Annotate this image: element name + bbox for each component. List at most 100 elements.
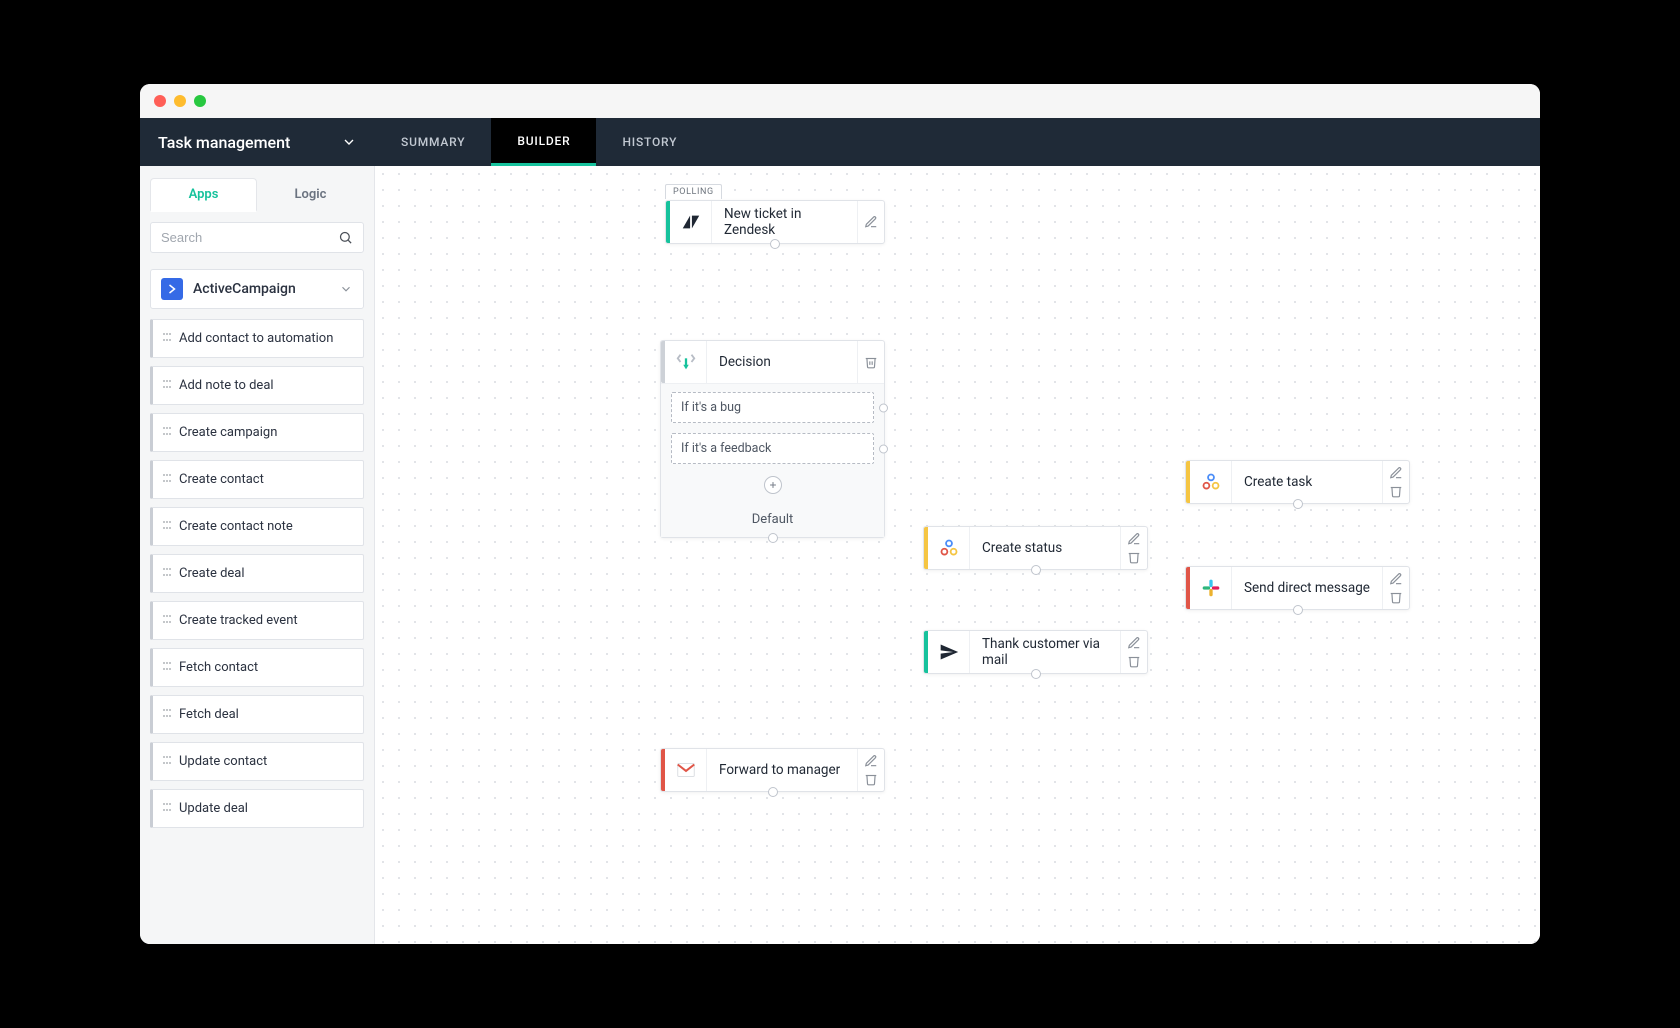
node-create-task[interactable]: Create task bbox=[1185, 460, 1410, 504]
node-title: Create status bbox=[970, 540, 1120, 556]
workflow-title-area[interactable]: Task management bbox=[140, 118, 375, 166]
branch-label: If it's a bug bbox=[681, 400, 741, 415]
app-header[interactable]: ActiveCampaign bbox=[150, 269, 364, 309]
action-item[interactable]: Create contact bbox=[150, 460, 364, 499]
output-port[interactable] bbox=[1031, 669, 1041, 679]
grip-icon bbox=[163, 380, 171, 392]
action-item[interactable]: Add note to deal bbox=[150, 366, 364, 405]
action-label: Update deal bbox=[179, 801, 248, 816]
asana-icon bbox=[1190, 461, 1232, 503]
action-list: Add contact to automation Add note to de… bbox=[150, 319, 364, 828]
send-icon bbox=[928, 631, 970, 673]
zendesk-icon bbox=[670, 201, 712, 243]
default-label: Default bbox=[752, 512, 794, 527]
tab-summary[interactable]: SUMMARY bbox=[375, 118, 491, 166]
tab-history[interactable]: HISTORY bbox=[596, 118, 703, 166]
action-label: Create campaign bbox=[179, 425, 277, 440]
titlebar bbox=[140, 84, 1540, 118]
output-port[interactable] bbox=[770, 239, 780, 249]
window-minimize-button[interactable] bbox=[174, 95, 186, 107]
edit-icon[interactable] bbox=[1127, 532, 1141, 546]
search-input[interactable] bbox=[161, 230, 338, 245]
branch[interactable]: If it's a bug bbox=[671, 392, 874, 423]
chevron-down-icon bbox=[341, 134, 357, 150]
trash-icon[interactable] bbox=[864, 772, 878, 786]
action-item[interactable]: Create tracked event bbox=[150, 601, 364, 640]
sidebar-tab-logic[interactable]: Logic bbox=[257, 178, 364, 212]
grip-icon bbox=[163, 333, 171, 345]
node-title: Create task bbox=[1232, 474, 1382, 490]
action-label: Create deal bbox=[179, 566, 245, 581]
action-label: Add note to deal bbox=[179, 378, 274, 393]
edit-icon[interactable] bbox=[1389, 572, 1403, 586]
edit-icon[interactable] bbox=[864, 754, 878, 768]
trash-icon[interactable] bbox=[1389, 590, 1403, 604]
search-icon bbox=[338, 230, 353, 245]
grip-icon bbox=[163, 756, 171, 768]
topbar: Task management SUMMARY BUILDER HISTORY bbox=[140, 118, 1540, 166]
action-item[interactable]: Update deal bbox=[150, 789, 364, 828]
output-port[interactable] bbox=[1031, 565, 1041, 575]
output-port[interactable] bbox=[768, 787, 778, 797]
sidebar: Apps Logic ActiveCampaign Add contact to… bbox=[140, 166, 375, 944]
default-branch: Default bbox=[661, 504, 884, 537]
app-window: Task management SUMMARY BUILDER HISTORY … bbox=[140, 84, 1540, 944]
app-name: ActiveCampaign bbox=[193, 281, 339, 297]
branch-port[interactable] bbox=[879, 403, 888, 412]
body: Apps Logic ActiveCampaign Add contact to… bbox=[140, 166, 1540, 944]
sidebar-tabs: Apps Logic bbox=[150, 178, 364, 212]
main-tabs: SUMMARY BUILDER HISTORY bbox=[375, 118, 703, 166]
tab-builder[interactable]: BUILDER bbox=[491, 118, 596, 166]
action-label: Create tracked event bbox=[179, 613, 298, 628]
node-trigger[interactable]: POLLING New ticket in Zendesk bbox=[665, 200, 885, 244]
node-thank-customer[interactable]: Thank customer via mail bbox=[923, 630, 1148, 674]
canvas[interactable]: POLLING New ticket in Zendesk bbox=[375, 166, 1540, 944]
node-title: Send direct message bbox=[1232, 580, 1382, 596]
node-title: Thank customer via mail bbox=[970, 636, 1120, 668]
trash-icon[interactable] bbox=[1389, 484, 1403, 498]
edit-icon[interactable] bbox=[1127, 636, 1141, 650]
output-port[interactable] bbox=[1293, 499, 1303, 509]
action-item[interactable]: Fetch contact bbox=[150, 648, 364, 687]
node-send-dm[interactable]: Send direct message bbox=[1185, 566, 1410, 610]
sidebar-tab-apps[interactable]: Apps bbox=[150, 178, 257, 212]
add-branch-button[interactable] bbox=[764, 476, 782, 494]
action-label: Fetch deal bbox=[179, 707, 239, 722]
workflow-title: Task management bbox=[158, 133, 290, 152]
search-box[interactable] bbox=[150, 222, 364, 253]
action-label: Create contact note bbox=[179, 519, 293, 534]
output-port[interactable] bbox=[1293, 605, 1303, 615]
action-label: Create contact bbox=[179, 472, 264, 487]
action-item[interactable]: Add contact to automation bbox=[150, 319, 364, 358]
node-create-status[interactable]: Create status bbox=[923, 526, 1148, 570]
trash-icon[interactable] bbox=[1127, 654, 1141, 668]
action-item[interactable]: Create deal bbox=[150, 554, 364, 593]
grip-icon bbox=[163, 474, 171, 486]
polling-badge: POLLING bbox=[665, 184, 722, 199]
slack-icon bbox=[1190, 567, 1232, 609]
edit-icon[interactable] bbox=[1389, 466, 1403, 480]
action-item[interactable]: Create contact note bbox=[150, 507, 364, 546]
action-item[interactable]: Fetch deal bbox=[150, 695, 364, 734]
grip-icon bbox=[163, 615, 171, 627]
output-port[interactable] bbox=[768, 533, 778, 543]
trash-icon[interactable] bbox=[1127, 550, 1141, 564]
action-label: Update contact bbox=[179, 754, 267, 769]
node-forward[interactable]: Forward to manager bbox=[660, 748, 885, 792]
grip-icon bbox=[163, 568, 171, 580]
activecampaign-icon bbox=[161, 278, 183, 300]
edit-icon[interactable] bbox=[864, 215, 878, 229]
action-label: Fetch contact bbox=[179, 660, 258, 675]
action-item[interactable]: Update contact bbox=[150, 742, 364, 781]
window-close-button[interactable] bbox=[154, 95, 166, 107]
branch-port[interactable] bbox=[879, 444, 888, 453]
connector-lines bbox=[375, 166, 675, 316]
node-decision[interactable]: Decision If it's a bug If it's a feedbac… bbox=[660, 340, 885, 538]
grip-icon bbox=[163, 427, 171, 439]
window-fullscreen-button[interactable] bbox=[194, 95, 206, 107]
action-item[interactable]: Create campaign bbox=[150, 413, 364, 452]
grip-icon bbox=[163, 662, 171, 674]
trash-icon[interactable] bbox=[864, 355, 878, 369]
asana-icon bbox=[928, 527, 970, 569]
branch[interactable]: If it's a feedback bbox=[671, 433, 874, 464]
